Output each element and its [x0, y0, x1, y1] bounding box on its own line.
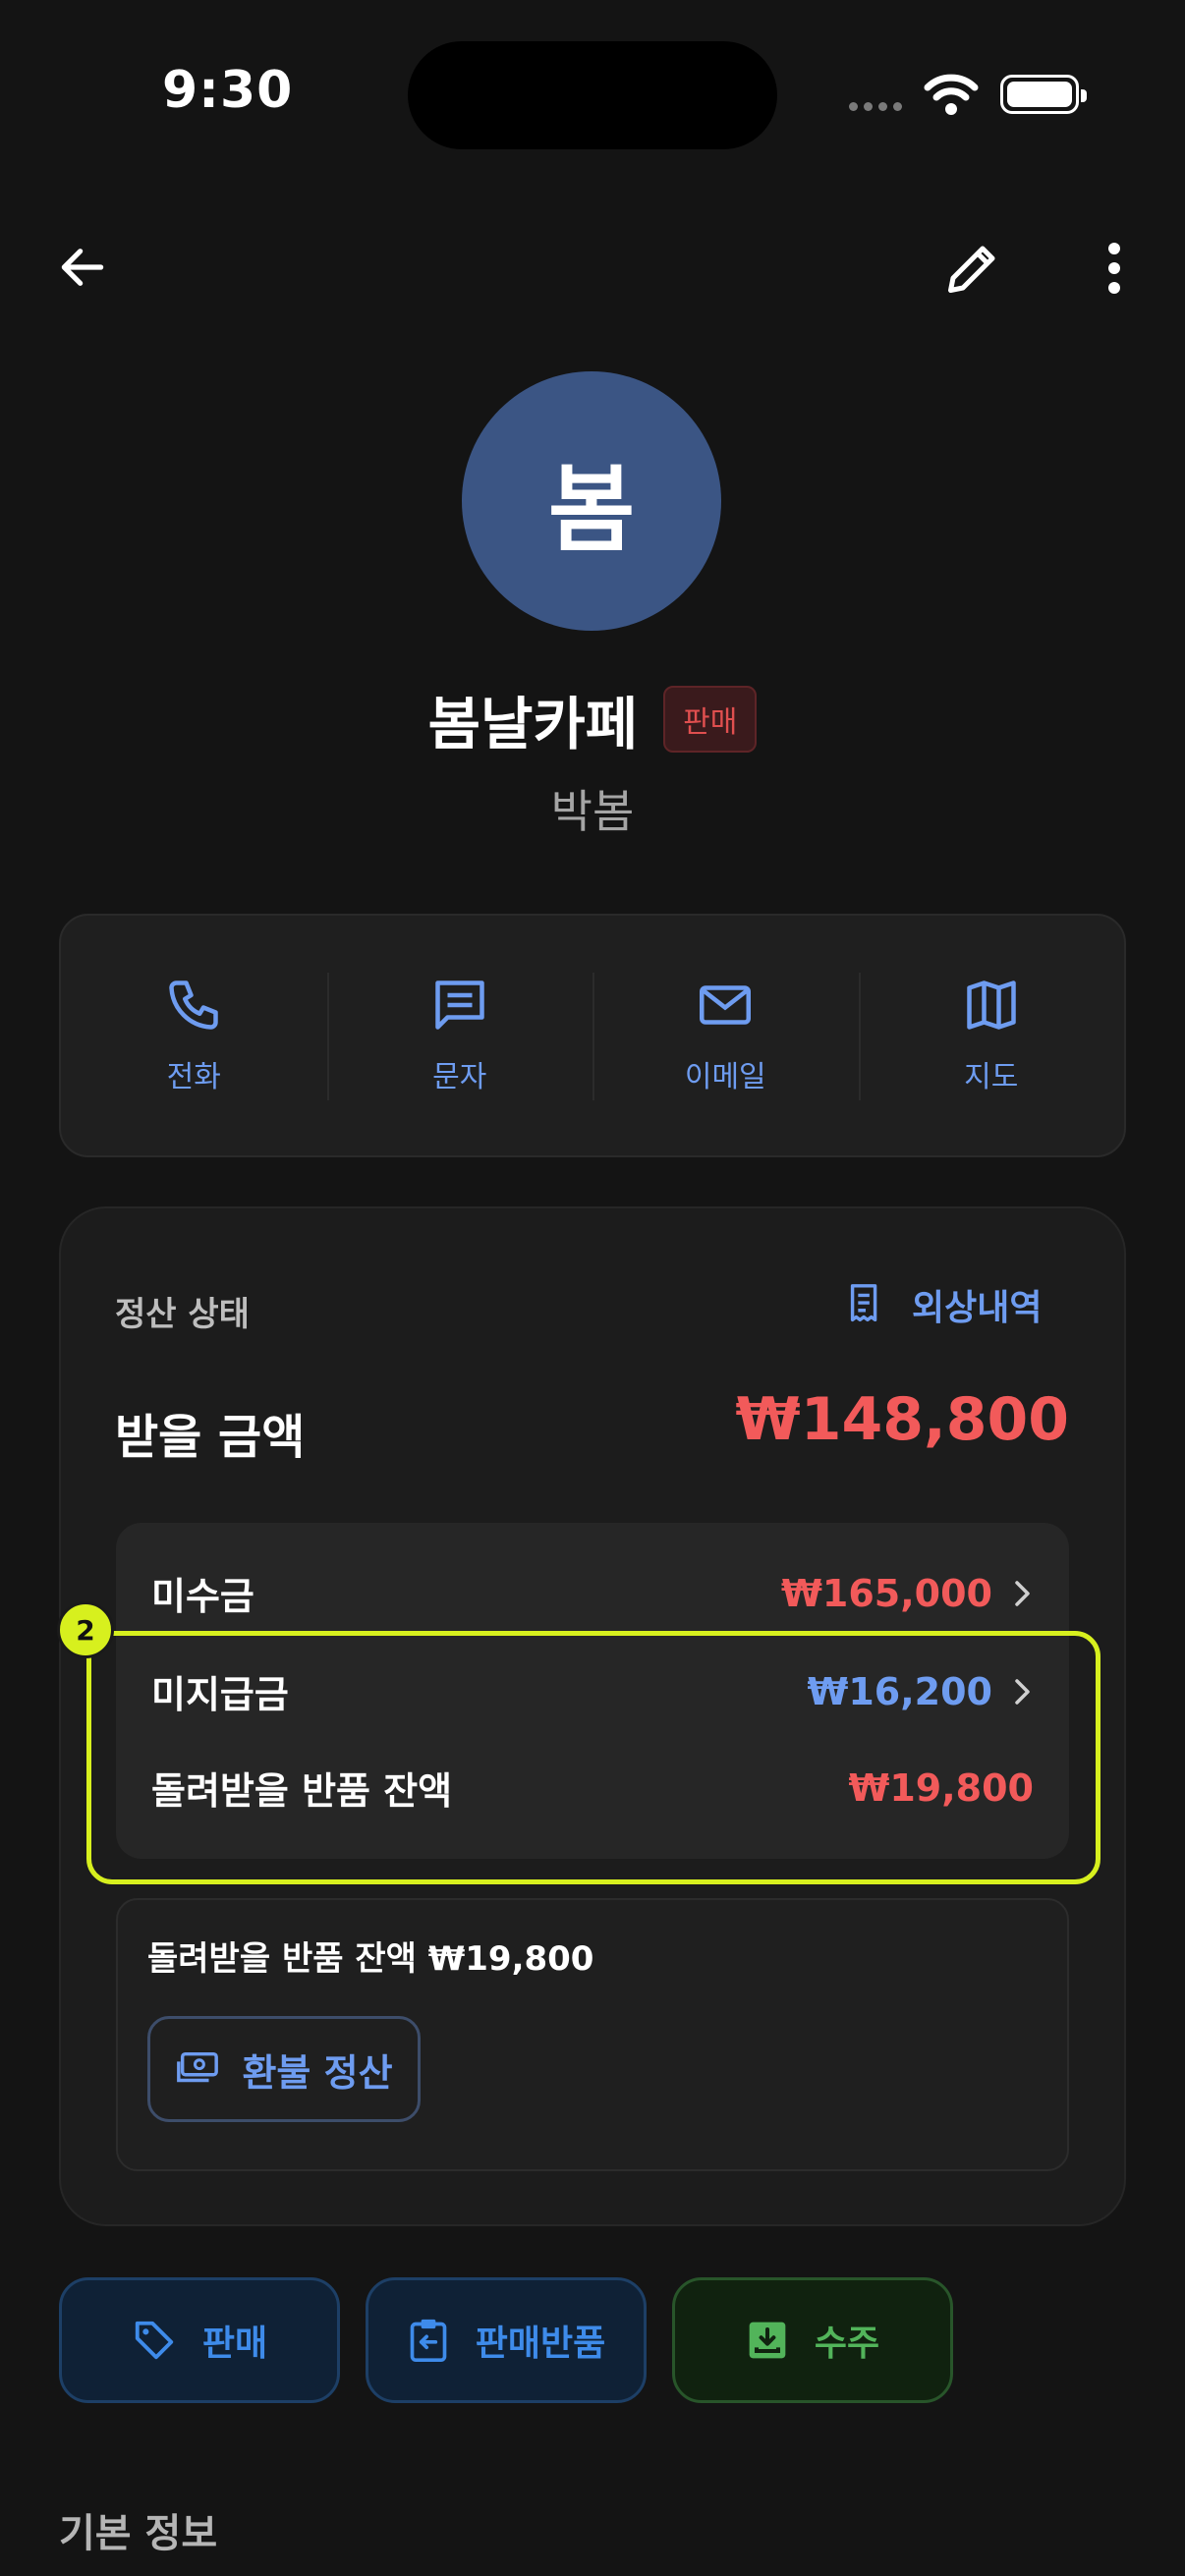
- avatar: 봄: [462, 371, 721, 631]
- message-button[interactable]: 문자: [326, 916, 593, 1155]
- receivable-amount: ₩148,800: [735, 1385, 1069, 1454]
- receipt-icon: [850, 1284, 877, 1322]
- pencil-icon: [948, 246, 995, 293]
- call-button[interactable]: 전화: [61, 916, 327, 1155]
- refund-settlement-button[interactable]: 환불 정산: [147, 2016, 421, 2122]
- mail-icon: [700, 985, 752, 1025]
- dynamic-island: [408, 41, 777, 149]
- order-receive-label: 수주: [814, 2324, 880, 2364]
- call-label: 전화: [166, 1060, 221, 1094]
- credit-history-button[interactable]: 외상내역: [843, 1279, 1042, 1330]
- edit-button[interactable]: [938, 234, 1007, 303]
- status-time: 9:30: [162, 61, 294, 120]
- sale-return-button[interactable]: 판매반품: [366, 2277, 647, 2403]
- map-button[interactable]: 지도: [858, 916, 1125, 1155]
- contact-actions-card: 전화 문자 이메일 지도: [59, 914, 1126, 1157]
- unpaid-receivable-row[interactable]: 미수금 ₩165,000: [151, 1566, 1034, 1620]
- back-button[interactable]: [51, 236, 114, 299]
- contact-person-name: 박봄: [550, 785, 635, 838]
- tag-icon: [135, 2321, 174, 2360]
- credit-history-label: 외상내역: [912, 1288, 1043, 1328]
- arrow-left-icon: [61, 249, 104, 286]
- inbox-download-icon: [749, 2322, 786, 2359]
- sale-button[interactable]: 판매: [59, 2277, 340, 2403]
- highlight-number-badge: 2: [57, 1601, 114, 1658]
- basic-info-section-title: 기본 정보: [59, 2511, 218, 2556]
- map-icon: [967, 980, 1016, 1030]
- sale-return-label: 판매반품: [475, 2324, 606, 2364]
- order-receive-button[interactable]: 수주: [672, 2277, 953, 2403]
- sale-label: 판매: [201, 2324, 268, 2364]
- chevron-right-icon: [1015, 1580, 1030, 1606]
- unpaid-receivable-label: 미수금: [151, 1575, 254, 1618]
- message-icon: [435, 980, 484, 1030]
- settlement-status-title: 정산 상태: [115, 1295, 250, 1334]
- cellular-signal-icon: [849, 102, 902, 111]
- customer-type-badge: 판매: [663, 686, 758, 753]
- unpaid-receivable-amount: ₩165,000: [781, 1571, 992, 1615]
- customer-name: 봄날카페: [427, 691, 639, 757]
- cash-icon: [177, 2051, 219, 2083]
- message-label: 문자: [432, 1060, 487, 1094]
- battery-icon: [1000, 75, 1087, 114]
- highlight-box: [86, 1631, 1100, 1884]
- wifi-icon: [924, 74, 979, 115]
- more-options-button[interactable]: [1087, 234, 1142, 303]
- phone-icon: [169, 980, 218, 1030]
- refund-balance-text: 돌려받을 반품 잔액 ₩19,800: [147, 1939, 594, 1979]
- email-label: 이메일: [684, 1060, 766, 1094]
- map-label: 지도: [964, 1060, 1019, 1094]
- refund-settlement-label: 환불 정산: [242, 2050, 393, 2095]
- profile-name-row: 봄날카페 판매: [0, 678, 1185, 760]
- email-button[interactable]: 이메일: [592, 916, 859, 1155]
- more-vertical-icon: [1108, 243, 1120, 294]
- receivable-label: 받을 금액: [115, 1410, 306, 1465]
- return-icon: [410, 2319, 447, 2362]
